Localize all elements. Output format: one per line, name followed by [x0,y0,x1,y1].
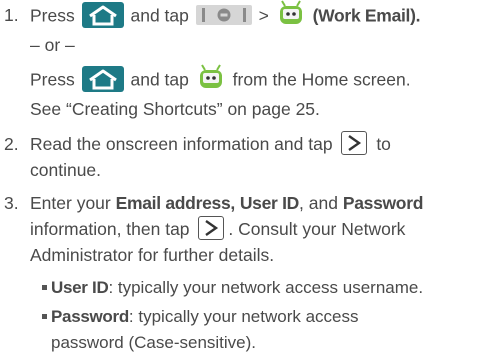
step-text: Read the onscreen information and tap to… [30,131,486,183]
step-number: 3. [4,193,19,213]
bullet-marker [42,285,47,291]
step-text: Enter your Email address, User ID, and P… [30,193,424,266]
work-email-robot-icon [196,63,226,93]
or-separator: – or – [30,35,75,55]
step-number: 1. [4,5,19,25]
applications-icon [195,4,252,26]
home-icon [81,66,124,92]
bullet-password: Password: typically your network access … [42,304,482,356]
step-1-line-1: Press and tap > (Work Email). [30,0,486,32]
step-1-line-3: Press and tap from the Home screen. [30,63,486,96]
next-arrow-button-icon [198,216,225,241]
bullet-user-id: User ID: typically your network access u… [42,275,482,301]
step-number: 2. [4,134,19,154]
home-icon [81,2,124,28]
shortcuts-reference: See “Creating Shortcuts” on page 25. [30,99,320,119]
work-email-robot-icon [276,0,306,29]
instructions-page: 1. Press and tap > (Work Email). – or – … [0,0,487,356]
next-arrow-button-icon [341,131,368,156]
bullet-marker [42,314,47,320]
step-text: Press and tap > (Work Email). – or – Pre… [30,0,486,122]
